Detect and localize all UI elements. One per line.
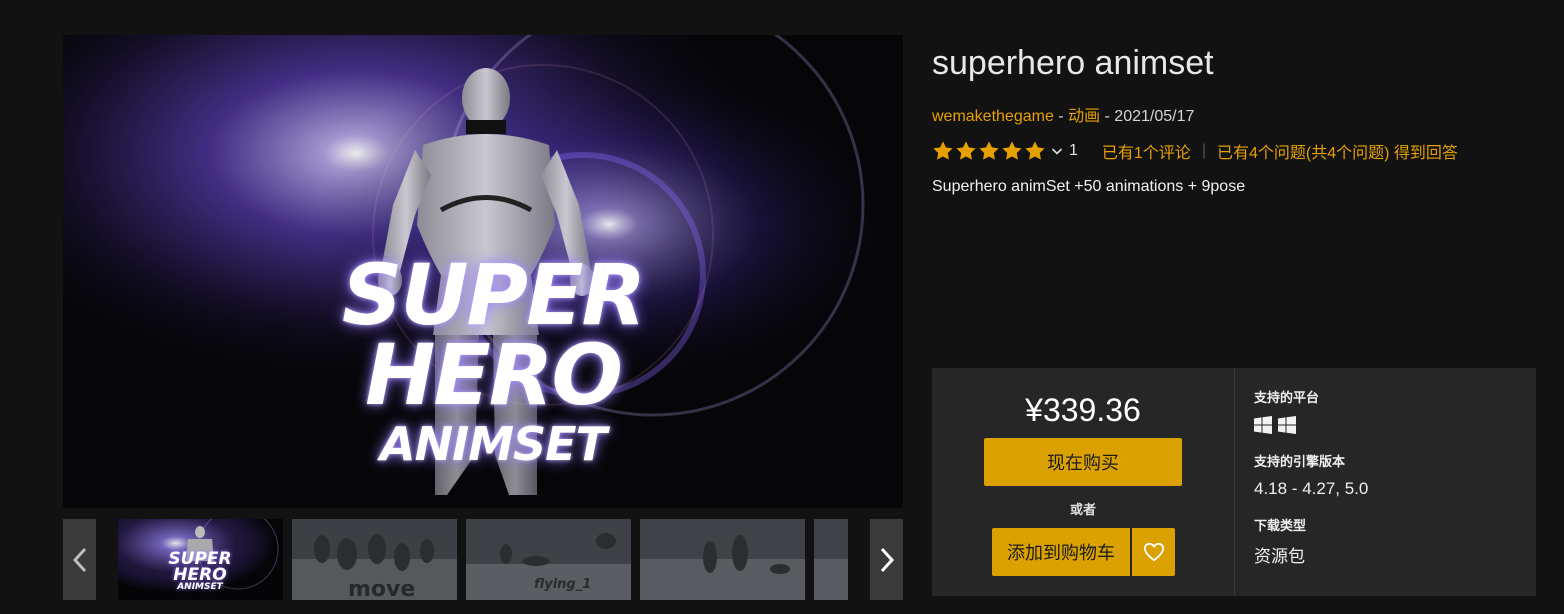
add-to-cart-button[interactable]: 添加到购物车 xyxy=(992,528,1130,576)
heart-icon xyxy=(1143,542,1164,562)
wishlist-button[interactable] xyxy=(1132,528,1175,576)
link-divider: | xyxy=(1201,142,1206,159)
hero-title-line1: SUPER xyxy=(341,246,646,344)
thumbnail-prev-button[interactable] xyxy=(63,519,96,600)
thumbnail-item[interactable]: flying_1 xyxy=(466,519,631,600)
hero-logo-text: SUPER HERO ANIMSET xyxy=(298,253,688,467)
questions-link[interactable]: 已有4个问题(共4个问题) 得到回答 xyxy=(1217,139,1458,163)
thumbnail-item[interactable]: move xyxy=(292,519,457,600)
product-meta: wemakethegame - 动画 - 2021/05/17 xyxy=(932,102,1194,126)
rating-row: 1 已有1个评论 | 已有4个问题(共4个问题) 得到回答 xyxy=(932,139,1458,163)
rating-count: 1 xyxy=(1069,142,1078,159)
meta-separator: - xyxy=(1053,108,1069,125)
platform-icons xyxy=(1254,416,1296,434)
meta-separator: - xyxy=(1100,108,1115,125)
thumbnail-list: SUPER HERO ANIMSET move flying_1 xyxy=(118,519,848,600)
chevron-left-icon xyxy=(72,547,86,572)
star-icon xyxy=(1025,141,1045,160)
thumbnail-strip: SUPER HERO ANIMSET move flying_1 xyxy=(63,519,903,600)
thumbnail-floor-text: flying_1 xyxy=(534,577,592,592)
chevron-right-icon xyxy=(880,547,894,572)
thumbnail-item[interactable] xyxy=(640,519,805,600)
engine-version-value: 4.18 - 4.27, 5.0 xyxy=(1254,479,1369,498)
price: ¥339.36 xyxy=(1025,392,1141,428)
thumbnail-floor-text: move xyxy=(348,577,416,600)
star-rating xyxy=(932,140,1046,162)
hero-title-line2: HERO xyxy=(365,326,623,424)
thumbnail-item[interactable]: SUPER HERO ANIMSET xyxy=(118,519,283,600)
platform-label: 支持的平台 xyxy=(1254,390,1320,405)
download-type-label: 下载类型 xyxy=(1254,518,1307,533)
thumbnail-item[interactable] xyxy=(814,519,848,600)
hero-title-line3: ANIMSET xyxy=(380,417,607,471)
product-title: superhero animset xyxy=(932,44,1214,82)
panel-divider xyxy=(1234,368,1235,596)
download-type-value: 资源包 xyxy=(1254,547,1305,566)
thumbnail-title-line2: HERO xyxy=(173,565,227,586)
windows-icon xyxy=(1278,416,1296,434)
author-link[interactable]: wemakethegame xyxy=(932,108,1054,125)
category-link[interactable]: 动画 xyxy=(1068,108,1100,125)
engine-version-label: 支持的引擎版本 xyxy=(1254,454,1346,469)
hero-image[interactable]: SUPER HERO ANIMSET xyxy=(63,35,903,508)
product-description: Superhero animSet +50 animations + 9pose xyxy=(932,178,1246,195)
star-icon xyxy=(956,141,976,160)
reviews-link[interactable]: 已有1个评论 xyxy=(1102,139,1191,163)
thumbnail-title-line3: ANIMSET xyxy=(177,582,223,593)
or-label: 或者 xyxy=(1069,502,1096,517)
star-icon xyxy=(979,141,999,160)
star-icon xyxy=(1002,141,1022,160)
star-icon xyxy=(933,141,953,160)
windows-icon xyxy=(1254,416,1272,434)
release-date: 2021/05/17 xyxy=(1114,108,1195,125)
thumbnail-next-button[interactable] xyxy=(870,519,903,600)
buy-now-button[interactable]: 现在购买 xyxy=(984,438,1182,486)
purchase-panel: ¥339.36 现在购买 或者 添加到购物车 支持的平台 支持的引擎版本 4.1… xyxy=(932,368,1536,596)
chevron-down-icon[interactable] xyxy=(1051,145,1063,157)
